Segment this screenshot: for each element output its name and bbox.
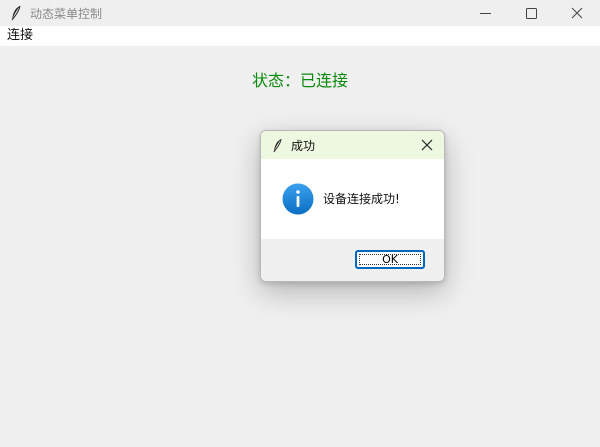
- dialog-title: 成功: [291, 138, 316, 153]
- maximize-button[interactable]: [508, 0, 554, 26]
- window-controls: [462, 0, 600, 26]
- maximize-icon: [525, 7, 537, 19]
- close-button[interactable]: [554, 0, 600, 26]
- success-dialog: 成功 设备连接成功! OK: [260, 130, 445, 282]
- dialog-body: 设备连接成功!: [261, 159, 444, 239]
- ok-button[interactable]: OK: [355, 250, 425, 269]
- minimize-icon: [479, 12, 491, 14]
- info-icon: [282, 183, 314, 215]
- dialog-close-button[interactable]: [414, 131, 440, 159]
- ok-button-label: OK: [382, 253, 398, 266]
- minimize-button[interactable]: [462, 0, 508, 26]
- menubar: 连接: [0, 26, 600, 46]
- status-label: 状态：已连接: [251, 71, 348, 90]
- menu-item-connect[interactable]: 连接: [0, 26, 40, 46]
- close-icon: [571, 7, 583, 19]
- window-titlebar[interactable]: 动态菜单控制: [0, 0, 600, 26]
- dialog-titlebar[interactable]: 成功: [261, 131, 444, 159]
- dialog-message: 设备连接成功!: [323, 192, 400, 206]
- feather-icon: [268, 136, 286, 154]
- dialog-footer: OK: [261, 239, 444, 281]
- window-title: 动态菜单控制: [30, 6, 103, 21]
- close-icon: [421, 139, 433, 151]
- feather-icon: [6, 3, 26, 23]
